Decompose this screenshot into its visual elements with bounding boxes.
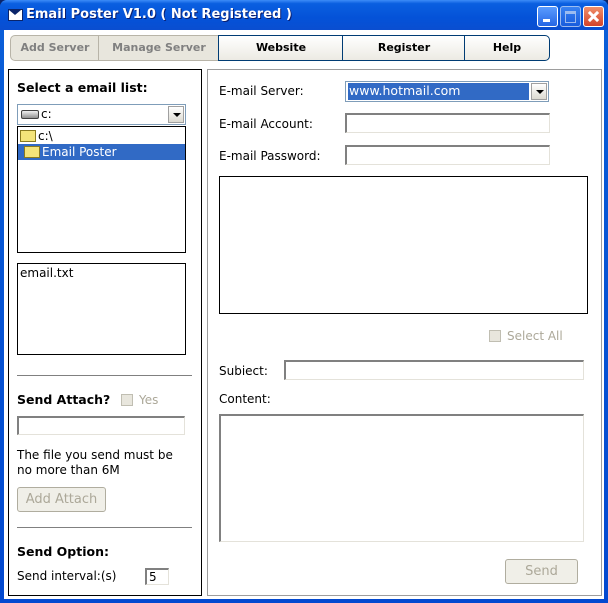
file-list[interactable]: email.txt xyxy=(17,263,186,355)
send-interval-input[interactable]: 5 xyxy=(145,568,169,585)
tab-website[interactable]: Website xyxy=(218,35,344,61)
server-label: E-mail Server: xyxy=(219,84,304,98)
send-button[interactable]: Send xyxy=(505,559,578,584)
tab-add-server[interactable]: Add Server xyxy=(10,35,100,61)
drive-combo[interactable]: c: xyxy=(17,104,186,125)
chevron-down-icon[interactable] xyxy=(168,106,184,123)
attach-yes-checkbox[interactable] xyxy=(121,394,133,406)
tab-register[interactable]: Register xyxy=(342,35,466,61)
file-item[interactable]: email.txt xyxy=(20,265,73,281)
select-all-checkbox[interactable] xyxy=(489,330,501,342)
window-title: Email Poster V1.0 ( Not Registered ) xyxy=(26,7,292,22)
divider xyxy=(17,375,192,377)
folder-open-icon xyxy=(24,146,40,158)
tab-help[interactable]: Help xyxy=(464,35,550,61)
chevron-down-icon[interactable] xyxy=(531,83,547,100)
folder-open-icon xyxy=(20,130,36,142)
send-attach-label: Send Attach? xyxy=(17,392,111,407)
server-select[interactable]: www.hotmail.com xyxy=(345,81,549,102)
attach-path-input[interactable] xyxy=(17,416,185,435)
server-select-value: www.hotmail.com xyxy=(347,82,530,101)
send-interval-label: Send interval:(s) xyxy=(17,569,117,583)
add-attach-button[interactable]: Add Attach xyxy=(17,487,106,512)
envelope-icon xyxy=(8,9,23,21)
divider xyxy=(17,527,192,529)
maximize-button[interactable] xyxy=(560,6,581,27)
title-bar[interactable]: Email Poster V1.0 ( Not Registered ) xyxy=(0,0,608,30)
attach-note-line2: no more than 6M xyxy=(17,463,120,474)
password-input[interactable] xyxy=(345,145,550,165)
subject-input[interactable] xyxy=(284,360,584,380)
subject-label: Subiect: xyxy=(219,364,268,378)
attach-note-line1: The file you send must be xyxy=(17,448,173,462)
password-label: E-mail Password: xyxy=(219,149,321,163)
compose-panel: E-mail Server: www.hotmail.com E-mail Ac… xyxy=(207,69,602,596)
tab-manage-server[interactable]: Manage Server xyxy=(98,35,220,61)
attach-yes-label: Yes xyxy=(139,393,159,407)
select-all-label: Select All xyxy=(507,329,563,343)
account-input[interactable] xyxy=(345,113,550,133)
client-area: Add Server Manage Server Website Registe… xyxy=(4,30,604,599)
app-window: Email Poster V1.0 ( Not Registered ) Add… xyxy=(0,0,608,603)
minimize-button[interactable] xyxy=(537,6,558,27)
folder-tree[interactable]: c:\ Email Poster xyxy=(17,126,186,253)
folder-item[interactable]: c:\ xyxy=(20,128,53,144)
content-label: Content: xyxy=(219,392,271,406)
select-list-label: Select a email list: xyxy=(17,80,148,95)
account-label: E-mail Account: xyxy=(219,117,313,131)
email-list-panel: Select a email list: c: c:\ Email Poster… xyxy=(8,69,202,596)
send-option-label: Send Option: xyxy=(17,544,109,559)
content-textarea[interactable] xyxy=(219,414,584,542)
drive-combo-value: c: xyxy=(41,107,52,121)
folder-item-selected[interactable]: Email Poster xyxy=(18,144,185,160)
recipient-list[interactable] xyxy=(219,176,588,314)
close-button[interactable] xyxy=(583,6,604,27)
drive-icon xyxy=(21,110,39,119)
